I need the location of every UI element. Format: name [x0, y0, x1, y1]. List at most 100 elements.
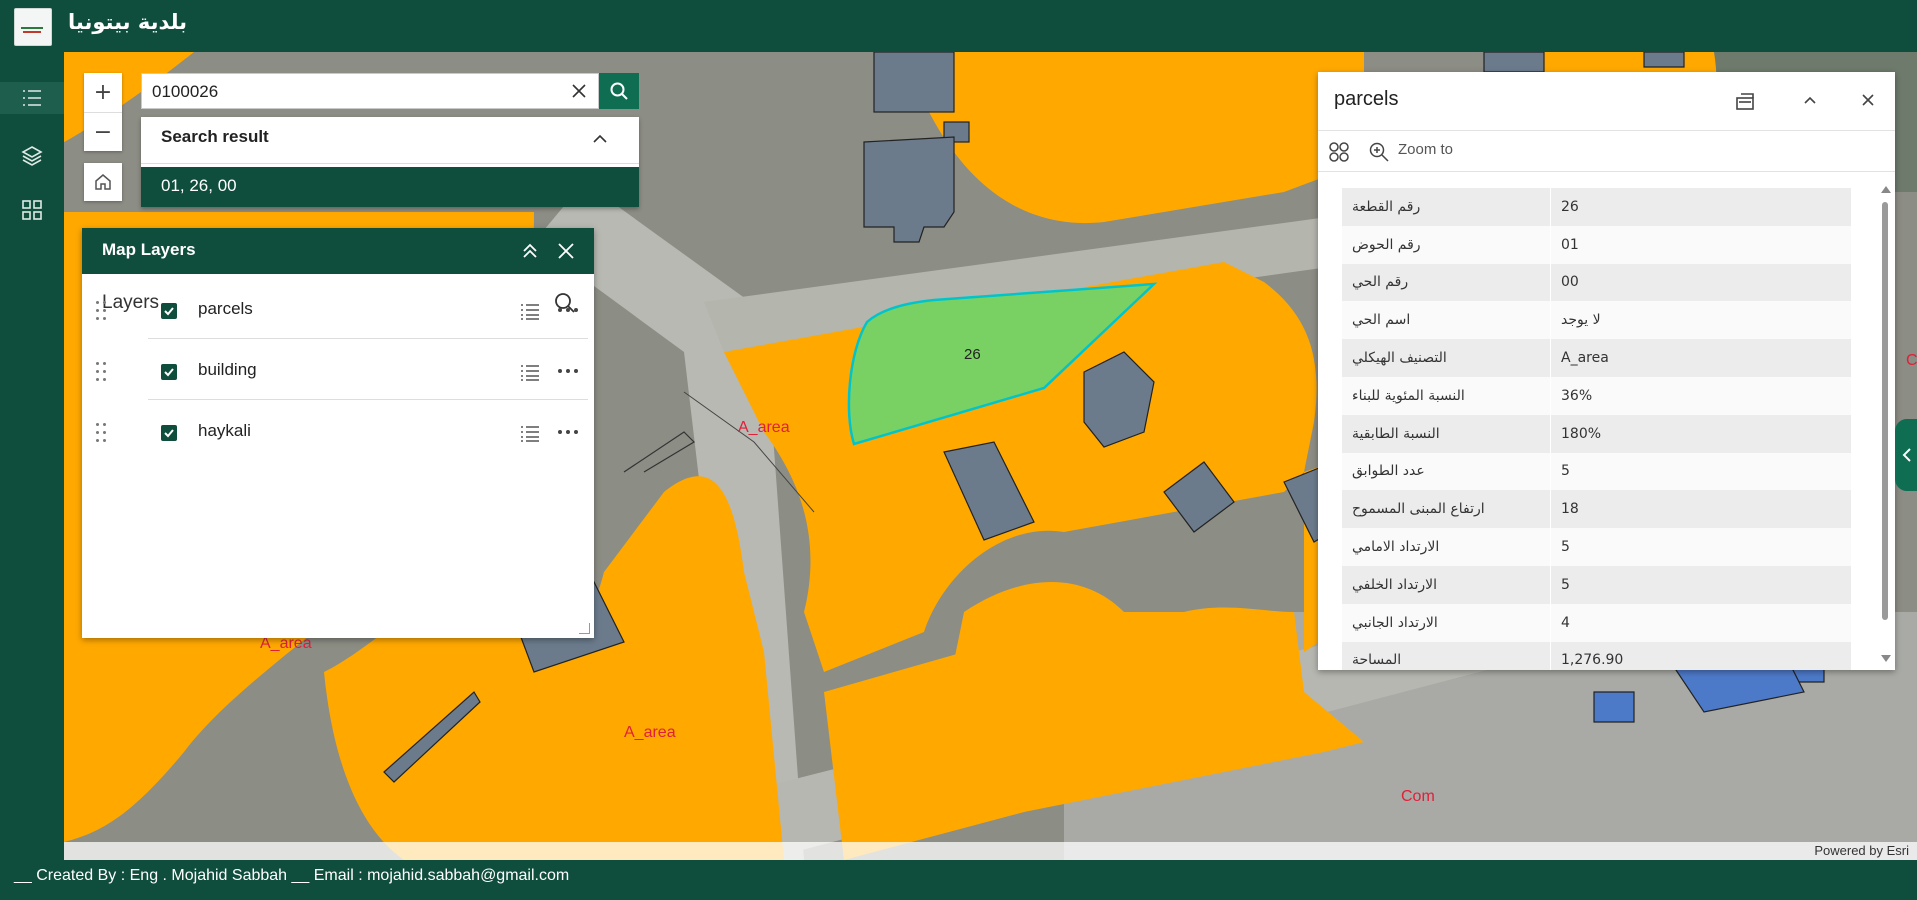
- drag-handle-icon[interactable]: [96, 362, 108, 382]
- search-result-item-label: 01, 26, 00: [161, 176, 237, 195]
- close-icon[interactable]: [556, 241, 576, 261]
- attribute-value: 5: [1550, 565, 1852, 604]
- list-button[interactable]: [0, 82, 64, 114]
- layer-row-parcels[interactable]: parcels: [82, 279, 594, 339]
- attribute-key: رقم الحوض: [1342, 225, 1551, 264]
- zoom-to-icon[interactable]: [1368, 141, 1390, 163]
- attribute-value: 18: [1550, 490, 1852, 529]
- chevron-up-icon[interactable]: [1802, 92, 1818, 108]
- zoom-in-button[interactable]: +: [84, 73, 122, 113]
- parcel-number-label: 26: [964, 346, 981, 363]
- close-icon[interactable]: [1860, 92, 1876, 108]
- app-title: بلدية بيتونيا: [68, 10, 188, 34]
- chevron-up-icon[interactable]: [591, 130, 609, 148]
- parcels-header: parcels: [1318, 72, 1895, 131]
- layer-row-haykali[interactable]: haykali: [82, 401, 594, 461]
- search-button[interactable]: [599, 73, 639, 109]
- attribute-value: 4: [1550, 603, 1852, 642]
- home-icon: [95, 174, 111, 190]
- search-input[interactable]: [150, 78, 534, 106]
- legend-button[interactable]: [520, 303, 540, 325]
- zone-label: A_area: [624, 724, 676, 741]
- options-grid-icon[interactable]: [1328, 141, 1350, 163]
- layer-name: parcels: [198, 299, 253, 318]
- grid-icon: [22, 200, 42, 220]
- home-button[interactable]: [84, 163, 122, 201]
- footer: __ Created By : Eng . Mojahid Sabbah __ …: [0, 860, 1917, 900]
- legend-list-icon: [521, 426, 539, 442]
- grid-button[interactable]: [16, 194, 48, 226]
- collapse-icon[interactable]: [520, 241, 540, 261]
- attribute-value: A_area: [1550, 339, 1852, 377]
- attribute-key: عدد الطوابق: [1342, 452, 1551, 491]
- attribute-row: النسبة المئوية للبناء 36%: [1342, 376, 1852, 415]
- legend-list-icon: [521, 365, 539, 381]
- zoom-control: + −: [84, 73, 122, 151]
- layers-button[interactable]: [16, 140, 48, 172]
- attribute-value: 36%: [1550, 376, 1852, 415]
- legend-list-icon: [521, 304, 539, 320]
- layer-name: building: [198, 360, 257, 379]
- attributes-scroll[interactable]: رقم القطعة 26 رقم الحوض 01 رقم الحي 00 اسم الح…: [1318, 172, 1895, 670]
- attribution-bar: Powered by Esri: [64, 842, 1917, 860]
- zoom-to-button[interactable]: Zoom to: [1398, 141, 1453, 158]
- search-result-item[interactable]: 01, 26, 00: [141, 167, 639, 207]
- attribute-row: ارتفاع المبنى المسموح 18: [1342, 490, 1852, 529]
- resize-handle[interactable]: [579, 623, 590, 634]
- attribute-key: الارتداد الخلفي: [1342, 565, 1551, 604]
- parcels-toolbar: Zoom to: [1318, 131, 1895, 172]
- app-header: بلدية بيتونيا: [0, 0, 1917, 52]
- attribute-value: لا يوجد: [1550, 301, 1852, 340]
- layer-visibility-checkbox[interactable]: [161, 364, 177, 380]
- search-result-header[interactable]: Search result: [141, 117, 639, 164]
- attribute-key: النسبة الطابقية: [1342, 414, 1551, 453]
- side-panel-toggle[interactable]: [1895, 419, 1917, 491]
- layer-row-building[interactable]: building: [82, 340, 594, 400]
- parcels-popup: parcels Zoom to رقم القطعة 26 رقم الحوض 01 ر…: [1318, 72, 1895, 670]
- layer-visibility-checkbox[interactable]: [161, 425, 177, 441]
- attribute-row: رقم القطعة 26: [1342, 188, 1852, 226]
- attribute-row: رقم الحي 00: [1342, 263, 1852, 302]
- chevron-left-icon: [1902, 448, 1911, 462]
- attribute-key: النسبة المئوية للبناء: [1342, 376, 1551, 415]
- attribute-row: عدد الطوابق 5: [1342, 452, 1852, 491]
- legend-button[interactable]: [520, 364, 540, 386]
- search-field[interactable]: [141, 73, 599, 109]
- layer-visibility-checkbox[interactable]: [161, 303, 177, 319]
- municipality-logo: [14, 8, 52, 46]
- attribute-key: ارتفاع المبنى المسموح: [1342, 490, 1551, 529]
- attribute-key: اسم الحي: [1342, 301, 1551, 340]
- close-icon[interactable]: [570, 82, 588, 100]
- layers-icon: [21, 146, 43, 166]
- drag-handle-icon[interactable]: [96, 301, 108, 321]
- left-toolbar: [0, 52, 64, 860]
- map-layers-title: Map Layers: [102, 240, 196, 259]
- attribute-row: الارتداد الامامي 5: [1342, 528, 1852, 566]
- parcels-title: parcels: [1334, 88, 1399, 110]
- scrollbar[interactable]: [1881, 184, 1891, 664]
- attribute-key: المساحة: [1342, 641, 1551, 670]
- zone-label: Com: [1401, 788, 1435, 805]
- attribute-row: المساحة 1,276.90: [1342, 641, 1852, 670]
- zone-label: C: [1906, 352, 1917, 369]
- attribute-row: اسم الحي لا يوجد: [1342, 301, 1852, 340]
- dock-icon[interactable]: [1734, 90, 1756, 112]
- attribute-key: الارتداد الامامي: [1342, 528, 1551, 566]
- attribute-value: 26: [1550, 188, 1852, 226]
- search-result-title: Search result: [161, 127, 269, 146]
- zoom-out-button[interactable]: −: [84, 113, 122, 152]
- more-options-icon[interactable]: [558, 369, 580, 375]
- attribute-row: التصنيف الهيكلي A_area: [1342, 339, 1852, 377]
- attribute-key: الارتداد الجانبي: [1342, 603, 1551, 642]
- legend-button[interactable]: [520, 425, 540, 447]
- attribute-value: 01: [1550, 225, 1852, 264]
- more-options-icon[interactable]: [558, 430, 580, 436]
- attribute-key: رقم القطعة: [1342, 188, 1551, 226]
- attribute-value: 1,276.90: [1550, 641, 1852, 670]
- attribution-text[interactable]: Powered by Esri: [1814, 843, 1909, 858]
- drag-handle-icon[interactable]: [96, 423, 108, 443]
- more-options-icon[interactable]: [558, 308, 580, 314]
- layer-name: haykali: [198, 421, 251, 440]
- search-result-panel: Search result 01, 26, 00: [141, 117, 639, 207]
- zone-label: A_area: [738, 419, 790, 436]
